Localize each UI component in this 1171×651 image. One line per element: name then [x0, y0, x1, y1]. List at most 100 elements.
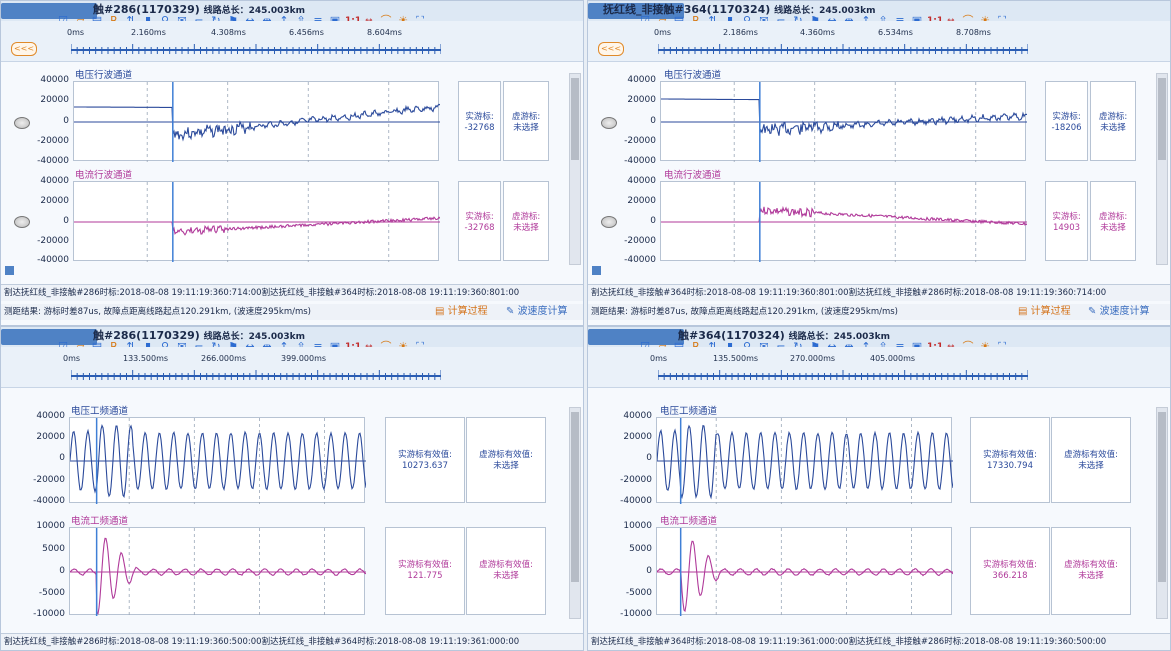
wave-speed-button[interactable]: ✎ 波速度计算 [506, 305, 568, 319]
collapse-icon[interactable]: <<< [598, 42, 624, 56]
scroll-thumb[interactable] [571, 412, 579, 582]
real-cursor-label: 实游标: [465, 112, 494, 122]
real-cursor-label: 实游标有效值: [398, 560, 452, 570]
virtual-cursor-box: 虚游标有效值: 未选择 [1051, 417, 1131, 503]
y-tick: 20000 [36, 432, 65, 442]
vertical-scrollbar[interactable] [569, 407, 581, 619]
real-cursor-label: 实游标有效值: [983, 560, 1037, 570]
vertical-scrollbar[interactable] [1156, 73, 1168, 265]
time-label: 8.708ms [956, 28, 991, 37]
screenshot-grid: 触#286(1170329) 线路总长：245.003km ☑▱▤R⇅▮⚲✉⌐↻… [0, 0, 1171, 651]
channel-name: 电压行波通道 [75, 70, 133, 81]
collapse-icon[interactable]: <<< [11, 42, 37, 56]
scroll-thumb[interactable] [1158, 78, 1166, 160]
virtual-cursor-label: 虚游标: [511, 212, 541, 222]
wave-speed-label: 波速度计算 [517, 306, 568, 317]
wave-speed-label: 波速度计算 [1099, 306, 1150, 317]
result-info: 测距结果: 游标时差87us, 故障点距离线路起点120.291km, (波速度… [588, 304, 1170, 320]
time-ruler[interactable]: 0ms 135.500ms 270.000ms 405.000ms [588, 347, 1170, 388]
real-cursor-value: 10273.637 [402, 461, 448, 471]
wave-speed-button[interactable]: ✎ 波速度计算 [1088, 305, 1150, 319]
plot-area[interactable] [660, 181, 1027, 262]
scroll-thumb[interactable] [571, 78, 579, 160]
waveform-svg [74, 182, 440, 262]
time-label: 0ms [650, 354, 668, 363]
y-tick: -40000 [37, 255, 69, 265]
virtual-cursor-box: 虚游标: 未选择 [503, 81, 549, 161]
timestamp-info: 割达抚红线_非接触#364时标:2018-08-08 19:11:19:361:… [588, 633, 1170, 650]
time-label: 4.308ms [211, 28, 246, 37]
time-label: 0ms [67, 28, 85, 37]
plot-area[interactable] [73, 81, 440, 162]
y-tick: 5000 [42, 544, 65, 554]
real-cursor-box: 实游标: 14903 [1045, 181, 1088, 261]
resize-handle[interactable] [5, 266, 14, 275]
waveform-panel-1: 触#286(1170329) 线路总长：245.003km ☑▱▤R⇅▮⚲✉⌐↻… [0, 0, 584, 326]
waveform-trace [657, 540, 953, 613]
calc-process-label: 计算过程 [1030, 306, 1071, 317]
plot-area[interactable] [660, 81, 1027, 162]
plot-area[interactable] [656, 417, 953, 504]
time-label: 2.160ms [131, 28, 166, 37]
waveform-svg [657, 528, 953, 616]
y-tick: -5000 [625, 588, 652, 598]
timestamp-info: 割达抚红线_非接触#286时标:2018-08-08 19:11:19:360:… [1, 284, 583, 301]
plot-area[interactable] [656, 527, 953, 616]
waveform-panel-2: 抚红线_非接触#364(1170324) 线路总长：245.003km ☑▱▤R… [587, 0, 1171, 326]
time-ticks [658, 370, 1028, 380]
real-cursor-value: 14903 [1052, 223, 1081, 233]
channel-radio[interactable] [14, 117, 30, 129]
y-tick: -5000 [38, 588, 65, 598]
channel-radio[interactable] [601, 117, 617, 129]
plot-area[interactable] [69, 417, 366, 504]
channel-name: 电流行波通道 [664, 170, 722, 181]
plot-area[interactable] [73, 181, 440, 262]
channel-name: 电流行波通道 [75, 170, 133, 181]
scroll-thumb[interactable] [1158, 412, 1166, 582]
calc-process-button[interactable]: ▤ 计算过程 [1018, 305, 1071, 319]
virtual-cursor-value: 未选择 [493, 571, 519, 581]
y-tick: 40000 [40, 176, 69, 186]
channel-radio[interactable] [601, 216, 617, 228]
real-cursor-box: 实游标: -18206 [1045, 81, 1088, 161]
y-tick: 0 [59, 566, 65, 576]
channel-radio[interactable] [14, 216, 30, 228]
y-tick: 0 [59, 453, 65, 463]
vertical-scrollbar[interactable] [1156, 407, 1168, 619]
real-cursor-box: 实游标有效值: 366.218 [970, 527, 1050, 615]
virtual-cursor-label: 虚游标: [511, 112, 541, 122]
waveform-svg [661, 182, 1027, 262]
real-cursor-label: 实游标有效值: [983, 450, 1037, 460]
vertical-scrollbar[interactable] [569, 73, 581, 265]
calc-process-button[interactable]: ▤ 计算过程 [435, 305, 488, 319]
time-label: 399.000ms [281, 354, 327, 363]
time-ruler[interactable]: <<< 0ms 2.186ms 4.360ms 6.534ms 8.708ms [588, 21, 1170, 62]
real-cursor-box: 实游标有效值: 17330.794 [970, 417, 1050, 503]
time-label: 266.000ms [201, 354, 247, 363]
waveform-svg [74, 82, 440, 162]
waveform-trace [74, 216, 440, 236]
time-ruler[interactable]: <<< 0ms 2.160ms 4.308ms 6.456ms 8.604ms [1, 21, 583, 62]
time-ticks [71, 44, 441, 54]
y-tick: 0 [646, 453, 652, 463]
real-cursor-box: 实游标: -32768 [458, 181, 501, 261]
time-ruler[interactable]: 0ms 133.500ms 266.000ms 399.000ms [1, 347, 583, 388]
real-cursor-value: 121.775 [407, 571, 443, 581]
resize-handle[interactable] [592, 266, 601, 275]
channel-voltage: 电压行波通道 40000 20000 0 -20000 -40000 实游标: … [588, 63, 1170, 166]
channel-name: 电压行波通道 [664, 70, 722, 81]
virtual-cursor-value: 未选择 [1100, 223, 1126, 233]
real-cursor-value: -32768 [464, 223, 495, 233]
y-tick: -20000 [33, 475, 65, 485]
plot-area[interactable] [69, 527, 366, 616]
y-tick: 0 [646, 566, 652, 576]
channel-current: 电流工频通道 10000 5000 0 -5000 -10000 实游标有效值:… [1, 499, 583, 619]
real-cursor-label: 实游标有效值: [398, 450, 452, 460]
waveform-trace [70, 537, 366, 615]
virtual-cursor-label: 虚游标有效值: [1064, 560, 1118, 570]
waveform-svg [70, 528, 366, 616]
time-label: 8.604ms [367, 28, 402, 37]
virtual-cursor-value: 未选择 [1078, 571, 1104, 581]
y-tick: -20000 [37, 236, 69, 246]
real-cursor-value: -32768 [464, 123, 495, 133]
